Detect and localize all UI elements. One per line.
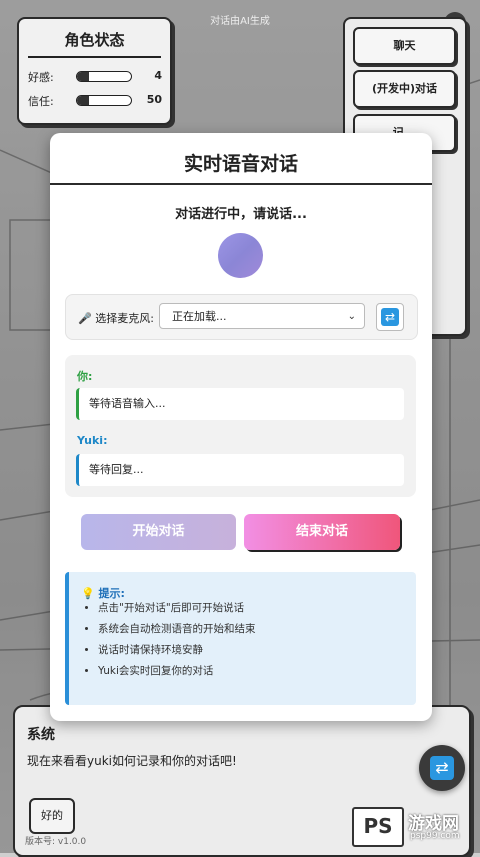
affection-bar	[76, 71, 132, 82]
stat-value: 4	[154, 69, 162, 82]
divider	[28, 56, 161, 58]
site-watermark: PS 游戏网 psp99.com	[352, 807, 480, 847]
user-speaker-label: 你:	[77, 370, 93, 383]
end-conversation-button[interactable]: 结束对话	[244, 514, 400, 550]
refresh-icon: ⇄	[430, 756, 454, 780]
chevron-down-icon: ⌄	[347, 311, 356, 322]
start-conversation-button[interactable]: 开始对话	[81, 514, 236, 550]
stat-trust: 信任: 50	[28, 93, 162, 109]
system-title: 系统	[27, 727, 55, 743]
microphone-selected-value: 正在加载...	[172, 310, 227, 323]
tip-item: 说话时请保持环境安静	[98, 640, 256, 661]
modal-title: 实时语音对话	[183, 153, 298, 175]
character-status-panel: 角色状态 好感: 4 信任: 50	[17, 17, 172, 125]
system-message: 现在来看看yuki如何记录和你的对话吧!	[27, 754, 237, 768]
trust-bar	[76, 95, 132, 106]
conversation-status: 对话进行中，请说话...	[175, 207, 307, 222]
ai-message: 等待回复...	[76, 454, 404, 486]
switch-floating-button[interactable]: ⇄	[419, 745, 465, 791]
tip-item: Yuki会实时回复你的对话	[98, 661, 256, 682]
microphone-label: 🎤 选择麦克风:	[78, 312, 154, 325]
watermark-logo: PS	[352, 807, 404, 847]
microphone-selector: 🎤 选择麦克风: 正在加载... ⌄ ⇄	[65, 294, 418, 340]
menu-chat-button[interactable]: 聊天	[353, 27, 456, 65]
tip-item: 点击"开始对话"后即可开始说话	[98, 598, 256, 619]
tip-item: 系统会自动检测语音的开始和结束	[98, 619, 256, 640]
ok-button[interactable]: 好的	[29, 798, 75, 834]
version-label: 版本号: v1.0.0	[25, 837, 87, 847]
status-panel-title: 角色状态	[64, 31, 125, 49]
voice-chat-modal: 实时语音对话 对话进行中，请说话... 🎤 选择麦克风: 正在加载... ⌄ ⇄…	[50, 133, 432, 721]
voice-indicator-orb	[218, 233, 263, 278]
tips-list: 点击"开始对话"后即可开始说话 系统会自动检测语音的开始和结束 说话时请保持环境…	[81, 598, 256, 682]
tips-box: 💡 提示: 点击"开始对话"后即可开始说话 系统会自动检测语音的开始和结束 说话…	[65, 572, 416, 705]
watermark-url: psp99.com	[410, 831, 460, 841]
user-message: 等待语音输入...	[76, 388, 404, 420]
stat-label: 好感:	[28, 71, 54, 84]
divider	[50, 183, 432, 185]
refresh-icon: ⇄	[381, 308, 399, 326]
menu-dialogue-button[interactable]: (开发中)对话	[353, 70, 456, 108]
refresh-microphones-button[interactable]: ⇄	[376, 303, 404, 331]
conversation-area: 你: 等待语音输入... Yuki: 等待回复...	[65, 355, 416, 497]
microphone-select[interactable]: 正在加载... ⌄	[159, 303, 365, 329]
stat-affection: 好感: 4	[28, 69, 162, 85]
stat-label: 信任:	[28, 95, 54, 108]
stat-value: 50	[146, 93, 162, 106]
ai-speaker-label: Yuki:	[77, 434, 108, 447]
